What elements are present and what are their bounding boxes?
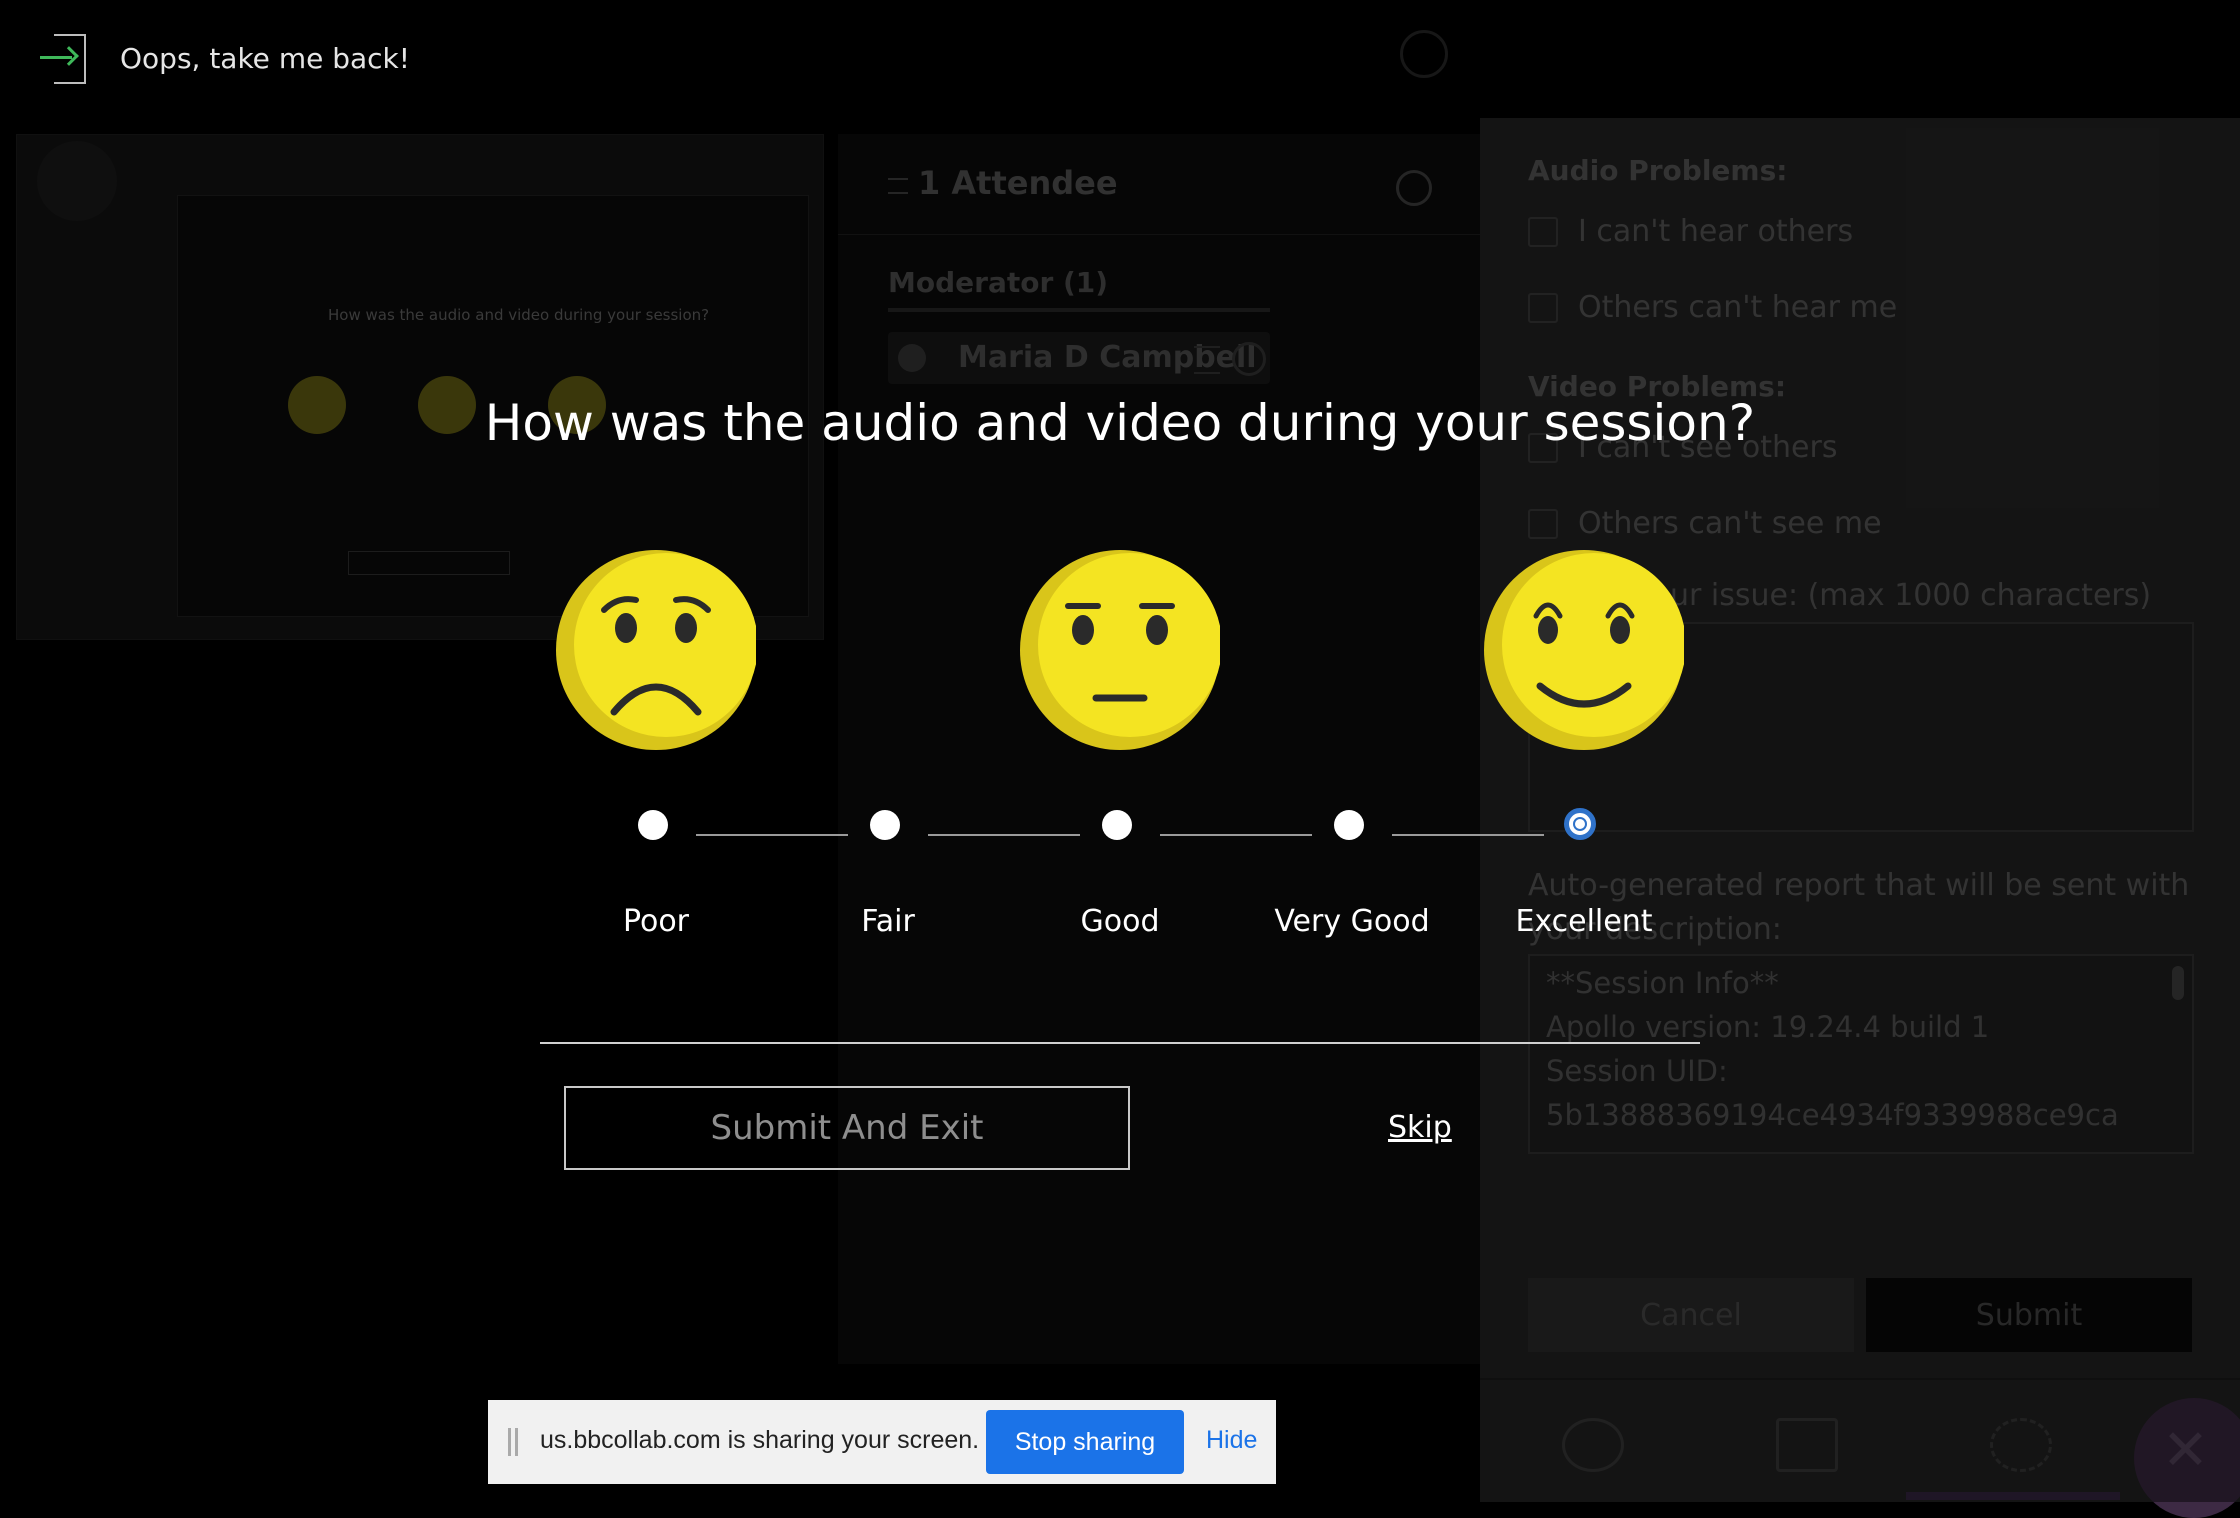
rating-radio-very-good[interactable] <box>1334 810 1364 840</box>
rating-label-fair: Fair <box>861 904 915 939</box>
sharing-message: us.bbcollab.com is sharing your screen. <box>540 1426 980 1454</box>
dialog-divider <box>540 1042 1700 1044</box>
happy-face-icon <box>1484 550 1686 750</box>
back-link-label: Oops, take me back! <box>120 41 410 75</box>
stop-sharing-button[interactable]: Stop sharing <box>986 1410 1184 1474</box>
drag-handle-icon[interactable] <box>508 1428 518 1456</box>
scale-connector <box>928 834 1080 836</box>
sad-face-icon <box>556 550 758 750</box>
rating-question: How was the audio and video during your … <box>484 394 1756 452</box>
rating-label-poor: Poor <box>622 904 690 939</box>
exit-door-icon <box>40 32 88 84</box>
hide-link[interactable]: Hide <box>1206 1426 1257 1455</box>
rating-label-excellent: Excellent <box>1515 904 1653 939</box>
screen-sharing-bar: us.bbcollab.com is sharing your screen. … <box>488 1400 1276 1484</box>
rating-label-good: Good <box>1080 904 1160 939</box>
skip-link[interactable]: Skip <box>1388 1110 1452 1145</box>
rating-label-very-good: Very Good <box>1274 904 1430 939</box>
rating-radio-fair[interactable] <box>870 810 900 840</box>
neutral-face-icon <box>1020 550 1222 750</box>
back-link[interactable]: Oops, take me back! <box>40 30 410 86</box>
scale-connector <box>1160 834 1312 836</box>
modal-backdrop <box>0 0 2240 1502</box>
scale-connector <box>696 834 848 836</box>
rating-radio-good[interactable] <box>1102 810 1132 840</box>
rating-radio-excellent[interactable] <box>1564 808 1596 840</box>
submit-and-exit-button[interactable]: Submit And Exit <box>564 1086 1130 1170</box>
scale-connector <box>1392 834 1544 836</box>
rating-radio-poor[interactable] <box>638 810 668 840</box>
